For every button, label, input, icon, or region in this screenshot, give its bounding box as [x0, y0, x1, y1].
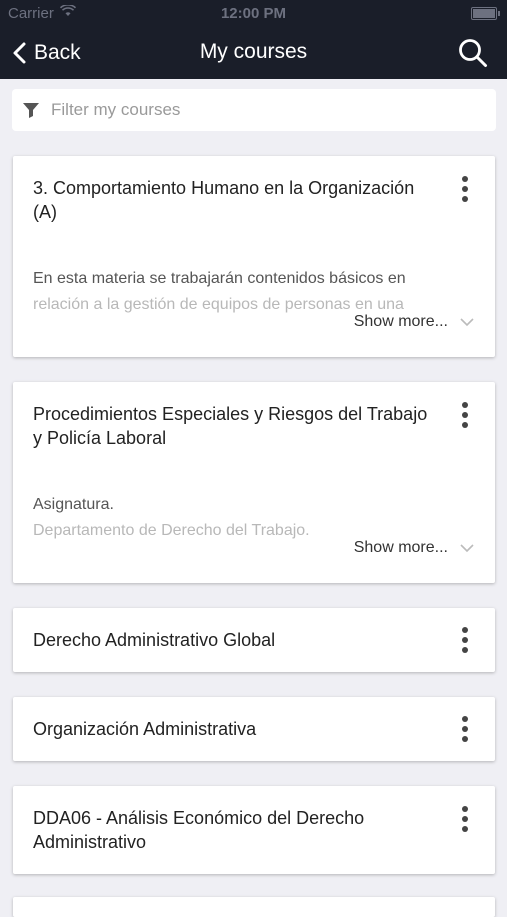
more-options-icon[interactable]	[453, 173, 477, 205]
course-card[interactable]: 3. Comportamiento Humano en la Organizac…	[13, 156, 495, 357]
course-card[interactable]: DDA06 - Análisis Económico del Derecho A…	[13, 786, 495, 874]
chevron-down-icon	[460, 318, 474, 327]
more-options-icon[interactable]	[453, 803, 477, 835]
chevron-down-icon	[460, 544, 474, 553]
show-more-button[interactable]: Show more...	[354, 313, 475, 331]
summary-line: En esta materia se trabajarán contenidos…	[33, 270, 406, 287]
more-options-icon[interactable]	[453, 624, 477, 656]
course-card[interactable]	[13, 897, 495, 917]
filter-input[interactable]	[51, 100, 471, 120]
more-options-icon[interactable]	[453, 399, 477, 431]
filter-icon	[23, 103, 39, 118]
battery-icon	[471, 7, 500, 20]
more-options-icon[interactable]	[453, 713, 477, 745]
course-summary: En esta materia se trabajarán contenidos…	[33, 266, 453, 318]
status-bar: Carrier 12:00 PM	[0, 0, 507, 26]
navigation-bar: Back My courses	[0, 26, 507, 79]
clock: 12:00 PM	[220, 5, 287, 22]
course-summary: Asignatura. Departamento de Derecho del …	[33, 492, 453, 544]
course-title: Derecho Administrativo Global	[33, 630, 276, 650]
course-title: DDA06 - Análisis Económico del Derecho A…	[33, 808, 365, 852]
course-card[interactable]: Derecho Administrativo Global	[13, 608, 495, 672]
search-icon[interactable]	[457, 37, 489, 69]
page-title: My courses	[199, 40, 308, 63]
show-more-button[interactable]: Show more...	[354, 539, 475, 557]
course-card[interactable]: Organización Administrativa	[13, 697, 495, 761]
summary-line: Asignatura.	[33, 496, 114, 513]
show-more-label: Show more...	[353, 539, 448, 556]
course-title: Procedimientos Especiales y Riesgos del …	[33, 404, 428, 448]
show-more-label: Show more...	[353, 313, 448, 330]
course-card[interactable]: Procedimientos Especiales y Riesgos del …	[13, 382, 495, 583]
filter-bar	[12, 89, 496, 131]
course-title: Organización Administrativa	[33, 719, 257, 739]
course-title: 3. Comportamiento Humano en la Organizac…	[33, 178, 415, 222]
